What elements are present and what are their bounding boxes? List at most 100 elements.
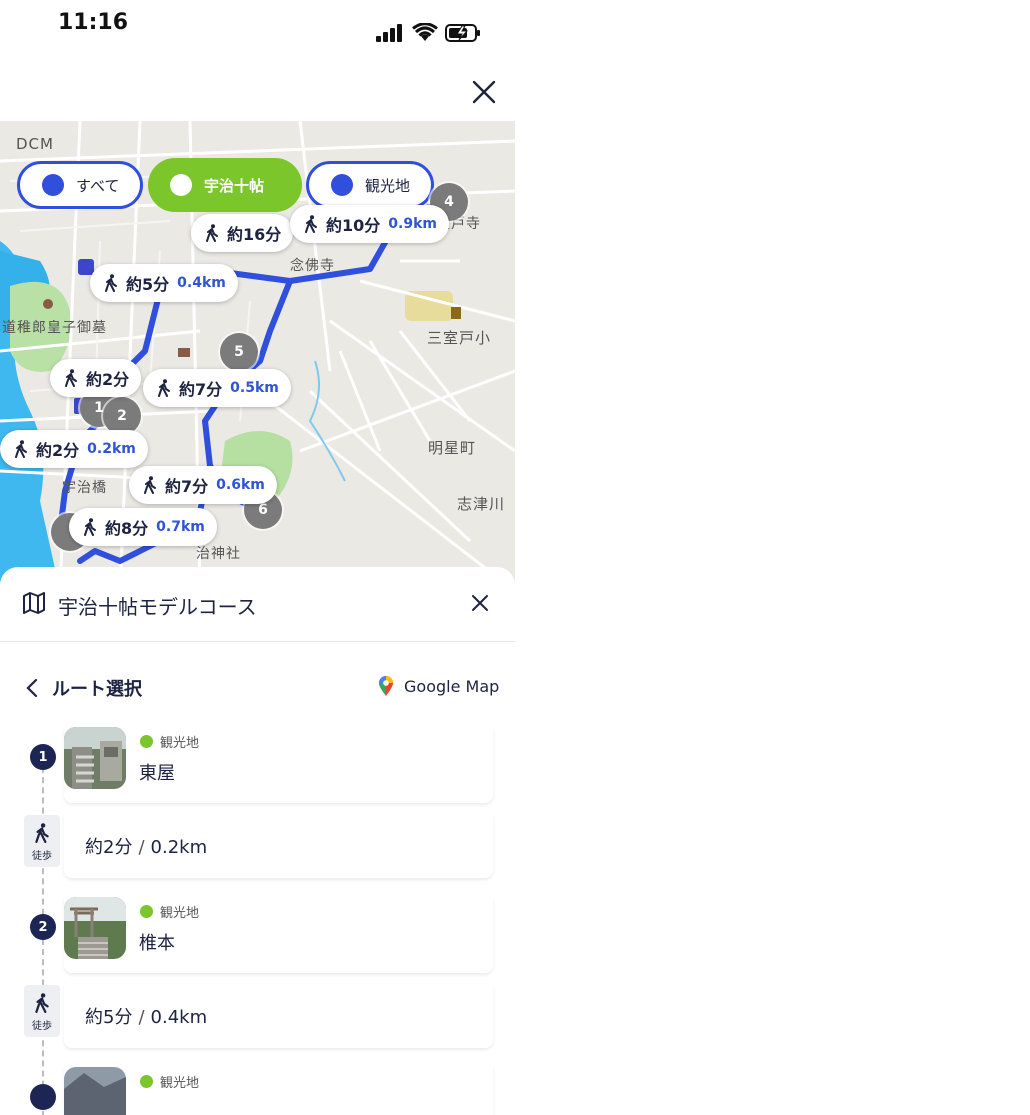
map-label-dcm: DCM [16, 135, 54, 153]
spot-category-label: 観光地 [160, 736, 200, 751]
category-dot-icon [140, 735, 153, 748]
google-map-link[interactable]: Google Map [378, 675, 499, 697]
course-sheet: 宇治十帖モデルコース ルート選択 Google Map 1 観光地 東屋 徒歩 … [0, 567, 515, 1115]
filter-uji-jujo-label: 宇治十帖 [204, 176, 265, 195]
walk-badge: 徒歩 [24, 985, 60, 1037]
walk-segment-time: 約2分 [85, 837, 133, 858]
route-select-back[interactable]: ルート選択 [26, 675, 142, 701]
walk-bubble[interactable]: 約2分 [50, 359, 142, 397]
walk-segment-separator: / [138, 837, 145, 858]
category-dot-icon [140, 905, 153, 918]
walking-icon [15, 440, 27, 458]
walk-time: 約7分 [179, 380, 223, 399]
spot-card[interactable]: 観光地 [64, 1067, 493, 1115]
filter-sightseeing-label: 観光地 [365, 176, 411, 195]
spot-category: 観光地 [140, 1072, 199, 1091]
walking-icon [84, 518, 96, 536]
spot-category-label: 観光地 [160, 1076, 200, 1091]
cellular-signal-icon [376, 24, 402, 42]
walk-bubble[interactable]: 約8分 0.7km [69, 508, 217, 546]
step-number [30, 1084, 56, 1110]
walk-distance: 0.4km [177, 275, 226, 291]
step-number: 2 [30, 914, 56, 940]
spot-category: 観光地 [140, 732, 199, 751]
google-map-pin-icon [379, 676, 393, 696]
map-label-ujibashi: 宇治橋 [62, 480, 107, 496]
walking-icon [35, 993, 49, 1013]
walk-distance: 0.5km [230, 380, 279, 396]
spot-category: 観光地 [140, 902, 199, 921]
walk-time: 約16分 [227, 225, 282, 244]
walking-icon [105, 274, 117, 292]
walk-segment-separator: / [138, 1007, 145, 1028]
close-sheet-icon[interactable] [470, 593, 490, 613]
filter-dot-icon [331, 174, 353, 196]
sheet-header: 宇治十帖モデルコース [0, 567, 515, 642]
map-label-nenbutsu: 念佛寺 [290, 258, 335, 274]
map-label-shrine: 治神社 [196, 546, 241, 562]
walk-badge-label: 徒歩 [32, 851, 52, 862]
step-number: 1 [30, 744, 56, 770]
chevron-left-icon [26, 678, 38, 698]
walk-distance: 0.2km [87, 441, 136, 457]
filter-uji-jujo[interactable]: 宇治十帖 [148, 158, 302, 212]
spot-thumbnail [64, 727, 126, 789]
map-marker[interactable]: 5 [220, 333, 258, 371]
walk-bubble[interactable]: 約7分 0.6km [129, 466, 277, 504]
walk-segment-distance: 0.4km [150, 1007, 208, 1028]
filter-all[interactable]: すべて [17, 161, 143, 209]
walking-icon [305, 215, 317, 233]
walk-badge-label: 徒歩 [32, 1021, 52, 1032]
filter-all-label: すべて [76, 176, 120, 195]
spot-thumbnail [64, 1067, 126, 1115]
spot-name: 椎本 [139, 933, 175, 954]
route-select-label: ルート選択 [52, 679, 142, 700]
walk-time: 約10分 [326, 216, 381, 235]
walk-bubble[interactable]: 約10分 0.9km [290, 205, 449, 243]
walk-time: 約2分 [86, 370, 130, 389]
spot-thumbnail [64, 897, 126, 959]
walk-time: 約2分 [36, 441, 80, 460]
walk-bubble[interactable]: 約16分 [191, 214, 294, 252]
spot-card[interactable]: 観光地 東屋 [64, 727, 493, 803]
route-map[interactable]: DCM 道稚郎皇子御墓 三室戸小 明星町 志津川 宇治橋 念佛寺 治神社 室戸寺… [0, 121, 515, 591]
category-dot-icon [140, 1075, 153, 1088]
spot-category-label: 観光地 [160, 906, 200, 921]
walking-icon [158, 379, 170, 397]
close-icon[interactable] [470, 78, 498, 106]
map-label-school: 三室戸小 [427, 329, 492, 347]
spot-card[interactable]: 観光地 椎本 [64, 897, 493, 973]
walk-time: 約8分 [105, 519, 149, 538]
walk-badge: 徒歩 [24, 815, 60, 867]
map-label-shizugawa: 志津川 [457, 495, 506, 513]
filter-sightseeing[interactable]: 観光地 [306, 161, 434, 209]
walking-icon [206, 224, 218, 242]
walking-icon [65, 369, 77, 387]
walk-bubble[interactable]: 約7分 0.5km [143, 369, 291, 407]
walk-segment-distance: 0.2km [150, 837, 208, 858]
walk-bubble[interactable]: 約2分 0.2km [0, 430, 148, 468]
google-map-label: Google Map [404, 676, 500, 696]
sheet-title: 宇治十帖モデルコース [58, 595, 257, 619]
walk-distance: 0.6km [216, 477, 265, 493]
walk-bubble[interactable]: 約5分 0.4km [90, 264, 238, 302]
walk-segment-time: 約5分 [85, 1007, 133, 1028]
filter-dot-icon [42, 174, 64, 196]
map-icon [23, 592, 45, 614]
map-label-tomb: 道稚郎皇子御墓 [2, 320, 107, 336]
wifi-icon [412, 23, 438, 41]
status-bar: 11:16 [0, 0, 515, 60]
filter-dot-icon [170, 174, 192, 196]
battery-charging-icon [445, 24, 480, 42]
walk-time: 約5分 [126, 275, 170, 294]
walk-segment: 約5分/0.4km [64, 980, 493, 1048]
walk-distance: 0.9km [388, 216, 437, 232]
walking-icon [35, 823, 49, 843]
walk-time: 約7分 [165, 477, 209, 496]
walk-segment: 約2分/0.2km [64, 810, 493, 878]
walking-icon [144, 476, 156, 494]
status-time: 11:16 [58, 10, 129, 35]
walk-distance: 0.7km [156, 519, 205, 535]
spot-name: 東屋 [139, 763, 175, 784]
map-label-meisei: 明星町 [428, 439, 477, 457]
